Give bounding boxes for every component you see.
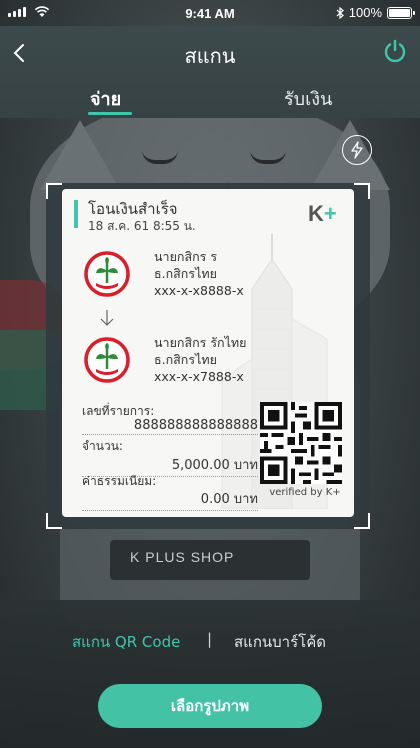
mode-separator: | — [207, 630, 213, 648]
kplus-logo: K+ — [308, 201, 337, 226]
receiver-name: นายกสิกร รักไทย — [154, 335, 247, 350]
header: สแกน จ่าย รับเงิน — [0, 26, 420, 118]
tab-receive[interactable]: รับเงิน — [284, 84, 332, 113]
background-shop-text: K PLUS SHOP — [130, 549, 235, 565]
receiver-account: xxx-x-x7888-x — [154, 369, 244, 384]
qr-code — [260, 402, 342, 484]
kasikorn-bank-logo — [84, 251, 130, 297]
reference-value: 888888888888888 — [82, 418, 258, 435]
active-tab-indicator — [88, 112, 132, 115]
sender-account: xxx-x-x8888-x — [154, 283, 244, 298]
bluetooth-icon — [336, 6, 344, 19]
arrow-down-icon — [100, 310, 114, 326]
verified-by-label: verified by K+ — [269, 487, 341, 498]
battery-percent: 100% — [348, 5, 382, 20]
scan-barcode-option[interactable]: สแกนบาร์โค้ด — [234, 630, 326, 654]
transfer-slip: โอนเงินสำเร็จ 18 ส.ค. 61 8:55 น. K+ นายก… — [62, 189, 354, 517]
sender-bank: ธ.กสิกรไทย — [154, 266, 217, 281]
power-icon[interactable] — [382, 38, 408, 64]
flash-icon — [351, 141, 363, 159]
sender-name: นายกสิกร ร — [154, 249, 218, 264]
receiver-bank: ธ.กสิกรไทย — [154, 352, 217, 367]
status-bar: 9:41 AM 100% — [0, 0, 420, 26]
slip-date: 18 ส.ค. 61 8:55 น. — [88, 219, 196, 233]
tab-pay[interactable]: จ่าย — [90, 84, 121, 113]
background-cat-ear — [40, 120, 120, 190]
flash-button[interactable] — [342, 135, 372, 165]
kasikorn-bank-logo — [84, 337, 130, 383]
scan-mode-switch: สแกน QR Code | สแกนบาร์โค้ด — [0, 630, 420, 651]
slip-accent-bar — [74, 200, 78, 228]
battery-icon — [387, 6, 415, 19]
page-title: สแกน — [184, 44, 236, 68]
scan-qr-code-option[interactable]: สแกน QR Code — [72, 630, 180, 654]
fee-value: 0.00 บาท — [82, 488, 258, 511]
choose-image-button[interactable]: เลือกรูปภาพ — [98, 684, 322, 728]
